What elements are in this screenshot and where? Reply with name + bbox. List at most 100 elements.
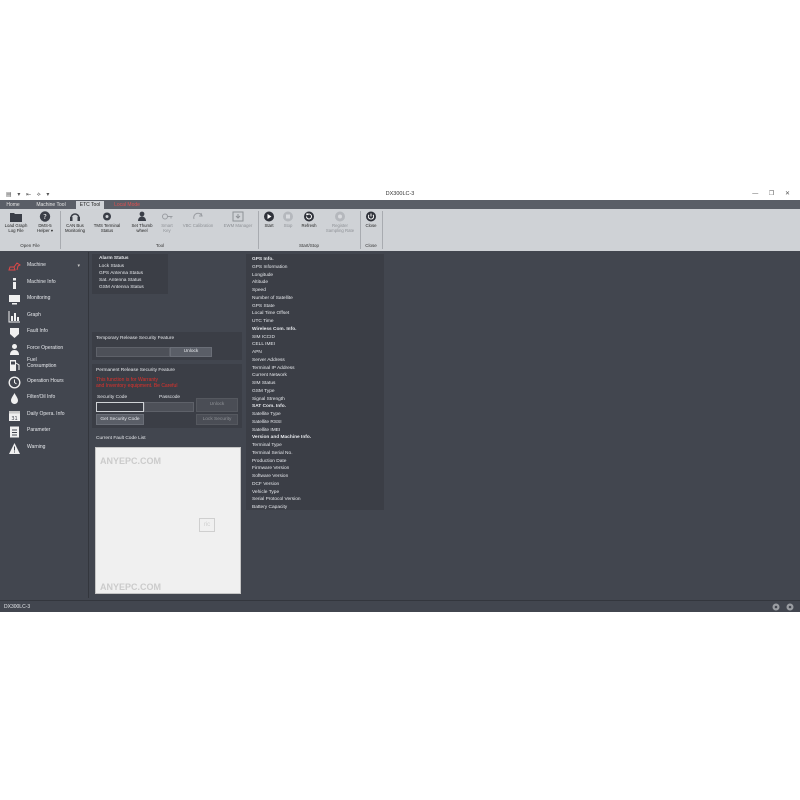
clipboard-icon	[10, 426, 19, 438]
load-graph-log-button[interactable]: Load Graph Log File	[2, 211, 30, 233]
info-section-header: Version and Machine Info.	[252, 435, 312, 441]
set-thumb-wheel-button[interactable]: Set Thumb wheel	[127, 211, 157, 233]
window-controls: — ❐ ✕	[743, 190, 790, 197]
refresh-button[interactable]: Refresh	[298, 211, 320, 228]
watermark: ANYEPC.COM	[100, 582, 162, 592]
get-security-code-button[interactable]: Get Security Code	[96, 414, 144, 425]
settings-icon[interactable]	[772, 603, 780, 611]
title-bar: ▤ ▾ ⇤ ⟡ ▾ DX300LC-3 — ❐ ✕	[0, 188, 800, 200]
sidebar-item-fault-info[interactable]: Fault Info	[0, 325, 86, 340]
tab-machine-tool[interactable]: Machine Tool	[30, 201, 72, 209]
tab-home[interactable]: Home	[2, 201, 24, 209]
info-list-item: Longitude	[252, 272, 274, 278]
info-list-item: Serial Protocol Version	[252, 497, 301, 503]
tab-local-mode[interactable]: Local Mode	[108, 201, 146, 209]
tab-etc-tool[interactable]: ETC Tool	[76, 201, 104, 209]
info-list-item: Satellite RSSI	[252, 419, 282, 425]
alarm-item: GPS Antenna Status	[99, 271, 144, 276]
chevron-down-icon: ▾	[77, 263, 80, 269]
info-list-item: Altitude	[252, 280, 268, 286]
sidebar-item-daily-opera-info[interactable]: 31 Daily Opera. Info	[0, 408, 86, 423]
group-label-close: Close	[365, 243, 377, 248]
minimize-button[interactable]: —	[752, 191, 758, 197]
fault-code-list[interactable]: ANYEPC.COM ric ANYEPC.COM	[95, 447, 241, 594]
alarm-item: Lock Status	[99, 264, 125, 269]
window-title: DX300LC-3	[385, 191, 415, 197]
smart-key-button[interactable]: Smart Key	[158, 211, 176, 233]
group-label-tool: Tool	[155, 243, 165, 248]
stop-button[interactable]: Stop	[280, 211, 296, 228]
register-sampling-rate-button[interactable]: Register Sampling Rate	[322, 211, 358, 233]
fault-icon	[10, 328, 19, 338]
watermark: ANYEPC.COM	[100, 456, 162, 466]
status-bar: DX300LC-3	[0, 600, 800, 612]
monitor-icon	[9, 295, 20, 305]
info-list-item: GSM Type	[252, 388, 275, 394]
sidebar-item-graph[interactable]: Graph	[0, 309, 86, 324]
sidebar-item-warning[interactable]: Warning	[0, 441, 86, 456]
sidebar-item-monitoring[interactable]: Monitoring	[0, 292, 86, 307]
info-list-item: Server Address	[252, 357, 285, 363]
ewm-manager-button[interactable]: EWM Manager	[220, 211, 256, 228]
info-list-item: Production Date	[252, 458, 287, 464]
clock-icon	[8, 376, 21, 389]
help-circle-icon[interactable]	[786, 603, 794, 611]
info-list-item: Battery Capacity	[252, 505, 288, 510]
sidebar-item-filter-oil-info[interactable]: Filter/Oil Info	[0, 391, 86, 406]
can-bus-monitoring-button[interactable]: CAN Bus Monitoring	[62, 211, 88, 233]
sidebar-item-machine[interactable]: Machine ▾	[0, 259, 86, 274]
permanent-release-panel: Permanent Release Security Feature This …	[92, 364, 242, 428]
maximize-button[interactable]: ❐	[769, 191, 774, 197]
permanent-unlock-button[interactable]: Unlock	[196, 398, 238, 412]
graph-icon	[8, 311, 20, 323]
info-list-item: SIM Status	[252, 381, 276, 386]
sidebar-item-parameter[interactable]: Parameter	[0, 424, 86, 439]
sidebar: Machine ▾ Machine Info Monitoring Graph …	[0, 252, 89, 598]
fuel-icon	[10, 360, 20, 371]
info-section-header: Wireless Com. Info.	[252, 326, 297, 332]
dms-helper-button[interactable]: ? DMS-5 Helper ▾	[32, 211, 58, 233]
info-list-item: UTC Time	[252, 319, 274, 324]
info-list-item: Terminal IP Address	[252, 365, 295, 371]
temporary-unlock-button[interactable]: Unlock	[170, 347, 212, 357]
calendar-icon: 31	[9, 411, 20, 422]
sidebar-item-force-operation[interactable]: Force Operation	[0, 342, 86, 357]
close-button[interactable]: Close	[362, 211, 380, 228]
calibration-icon	[193, 212, 203, 220]
alarm-status-title: Alarm Status	[99, 256, 129, 261]
sidebar-item-operation-hours[interactable]: Operation Hours	[0, 375, 86, 390]
info-list-item: GPS Information	[252, 264, 288, 270]
close-window-button[interactable]: ✕	[785, 191, 790, 197]
sidebar-item-machine-info[interactable]: Machine Info	[0, 276, 86, 291]
passcode-label: Passcode	[159, 395, 181, 400]
start-button[interactable]: Start	[260, 211, 278, 228]
info-icon	[13, 278, 16, 289]
security-code-input[interactable]	[96, 402, 144, 412]
vbc-calibration-button[interactable]: VBC Calibration	[178, 211, 218, 228]
terminal-info-panel: GPS Info. GPS Information Longitude Altitud…	[246, 254, 384, 510]
alarm-item: Sat. Antenna Status	[99, 278, 142, 283]
temporary-release-title: Temporary Release Security Feature	[96, 336, 175, 341]
info-section-header: SAT Com. Info.	[252, 404, 287, 410]
lock-security-button[interactable]: Lock Security	[196, 414, 238, 425]
warning-icon	[9, 443, 20, 454]
play-icon	[264, 211, 274, 222]
info-list-item: Firmware Version	[252, 466, 290, 472]
info-list-item: Software Version	[252, 474, 289, 479]
temporary-release-input[interactable]	[96, 347, 170, 357]
excavator-icon	[8, 262, 21, 271]
info-list-item: Current Network	[252, 373, 287, 379]
tms-terminal-status-button[interactable]: TMS Terminal Status	[90, 211, 124, 233]
operator-icon	[138, 211, 146, 221]
register-icon	[335, 211, 345, 222]
svg-text:?: ?	[43, 213, 47, 221]
info-list-item: Speed	[252, 288, 266, 293]
info-list-item: GPS State	[252, 303, 275, 309]
passcode-input[interactable]	[144, 402, 194, 412]
info-list-item: Satellite Type	[252, 412, 281, 417]
info-list-item: DCF Version	[252, 481, 280, 487]
sidebar-item-fuel-consumption[interactable]: Fuel Consumption	[0, 357, 86, 373]
info-section-header: GPS Info.	[252, 257, 274, 262]
alarm-item: GSM Antenna Status	[99, 285, 144, 290]
info-list-item: Number of Satellite	[252, 295, 293, 301]
